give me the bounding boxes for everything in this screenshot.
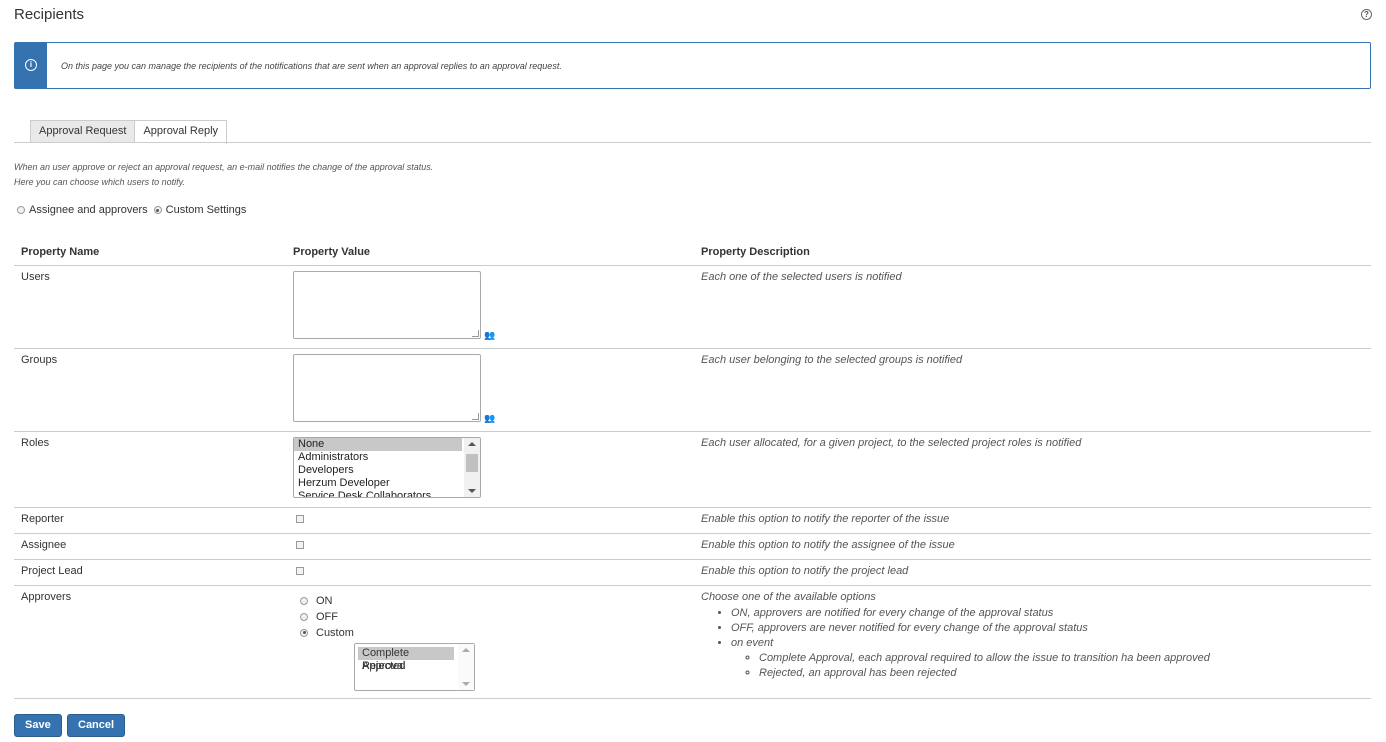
header-property-value: Property Value [286,240,694,266]
scroll-up-icon[interactable] [462,647,470,652]
groups-label: Groups [14,348,286,432]
scroll-thumb[interactable] [466,453,478,472]
event-option[interactable]: Rejected [358,660,454,673]
user-picker-icon[interactable]: 👥 [484,330,495,341]
events-scrollbar[interactable] [458,643,474,690]
cancel-button[interactable]: Cancel [67,714,126,737]
table-header-row: Property Name Property Value Property De… [14,240,1371,266]
table-row-roles: Roles None Administrators Developers Her… [14,431,1371,508]
roles-option[interactable]: Developers [294,464,462,477]
approvers-radio-custom[interactable] [300,628,308,637]
tabs-divider [14,142,1371,143]
approvers-option-off: OFF [293,609,687,625]
roles-label: Roles [14,431,286,508]
approvers-events-multiselect[interactable]: Complete Approval Rejected [354,642,475,691]
properties-table: Property Name Property Value Property De… [14,240,1371,699]
approvers-radio-off[interactable] [300,612,308,621]
mode-radio-group: Assignee and approvers Custom Settings [17,204,252,216]
header-property-name: Property Name [14,240,286,266]
assignee-label: Assignee [14,533,286,560]
desc-on: ON, approvers are notified for every cha… [731,606,1364,621]
info-icon: i [25,59,37,71]
group-picker-icon[interactable]: 👥 [484,413,495,424]
scroll-down-icon[interactable] [462,681,470,686]
project-lead-description: Enable this option to notify the project… [694,559,1371,586]
desc-event: on event Complete Approval, each approva… [731,636,1364,681]
users-label: Users [14,265,286,349]
desc-complete: Complete Approval, each approval require… [759,651,1364,666]
header-property-description: Property Description [694,240,1371,266]
table-row-approvers: Approvers ON OFF Custom Complete Approva… [14,585,1371,699]
approvers-option-on: ON [293,593,687,609]
assignee-description: Enable this option to notify the assigne… [694,533,1371,560]
approvers-description: Choose one of the available options ON, … [694,585,1371,699]
roles-option[interactable]: Herzum Developer [294,477,462,490]
approvers-radio-on[interactable] [300,596,308,605]
radio-custom-settings-label: Custom Settings [165,204,247,216]
info-message: i On this page you can manage the recipi… [14,42,1371,89]
groups-description: Each user belonging to the selected grou… [694,348,1371,432]
scroll-up-icon[interactable] [468,441,476,446]
save-button[interactable]: Save [14,714,62,737]
roles-scrollbar[interactable] [464,437,480,497]
project-lead-checkbox[interactable] [296,566,304,575]
event-option[interactable]: Complete Approval [358,646,454,672]
roles-description: Each user allocated, for a given project… [694,431,1371,508]
groups-textarea[interactable] [293,353,481,422]
help-icon[interactable]: ? [1361,9,1372,20]
roles-multiselect[interactable]: None Administrators Developers Herzum De… [293,436,481,498]
table-row-project-lead: Project Lead Enable this option to notif… [14,559,1371,586]
desc-rejected: Rejected, an approval has been rejected [759,666,1364,681]
reporter-checkbox[interactable] [296,514,304,523]
table-row-reporter: Reporter Enable this option to notify th… [14,507,1371,534]
tab-approval-reply[interactable]: Approval Reply [135,120,228,144]
table-row-groups: Groups 👥 Each user belonging to the sele… [14,348,1371,432]
scroll-down-icon[interactable] [468,488,476,493]
users-description: Each one of the selected users is notifi… [694,265,1371,349]
tab-approval-request[interactable]: Approval Request [30,120,136,143]
roles-option[interactable]: None [294,437,462,451]
desc-off: OFF, approvers are never notified for ev… [731,621,1364,636]
table-row-assignee: Assignee Enable this option to notify th… [14,533,1371,560]
radio-assignee-approvers-label: Assignee and approvers [29,204,148,216]
radio-custom-settings[interactable] [153,206,162,214]
page-title: Recipients [14,6,85,23]
reporter-description: Enable this option to notify the reporte… [694,507,1371,534]
description: When an user approve or reject an approv… [14,160,433,190]
users-textarea[interactable] [293,270,481,339]
assignee-checkbox[interactable] [296,540,304,549]
roles-option[interactable]: Administrators [294,451,462,464]
description-line-1: When an user approve or reject an approv… [14,162,434,172]
tabs: Approval Request Approval Reply [30,120,228,144]
project-lead-label: Project Lead [14,559,286,586]
roles-option[interactable]: Service Desk Collaborators [294,490,462,497]
approvers-option-custom: Custom [293,625,687,641]
table-row-users: Users 👥 Each one of the selected users i… [14,265,1371,349]
description-line-2: Here you can choose which users to notif… [14,177,185,187]
info-text: On this page you can manage the recipien… [61,61,562,71]
radio-assignee-approvers[interactable] [17,206,25,214]
approvers-label: Approvers [14,585,286,699]
reporter-label: Reporter [14,507,286,534]
